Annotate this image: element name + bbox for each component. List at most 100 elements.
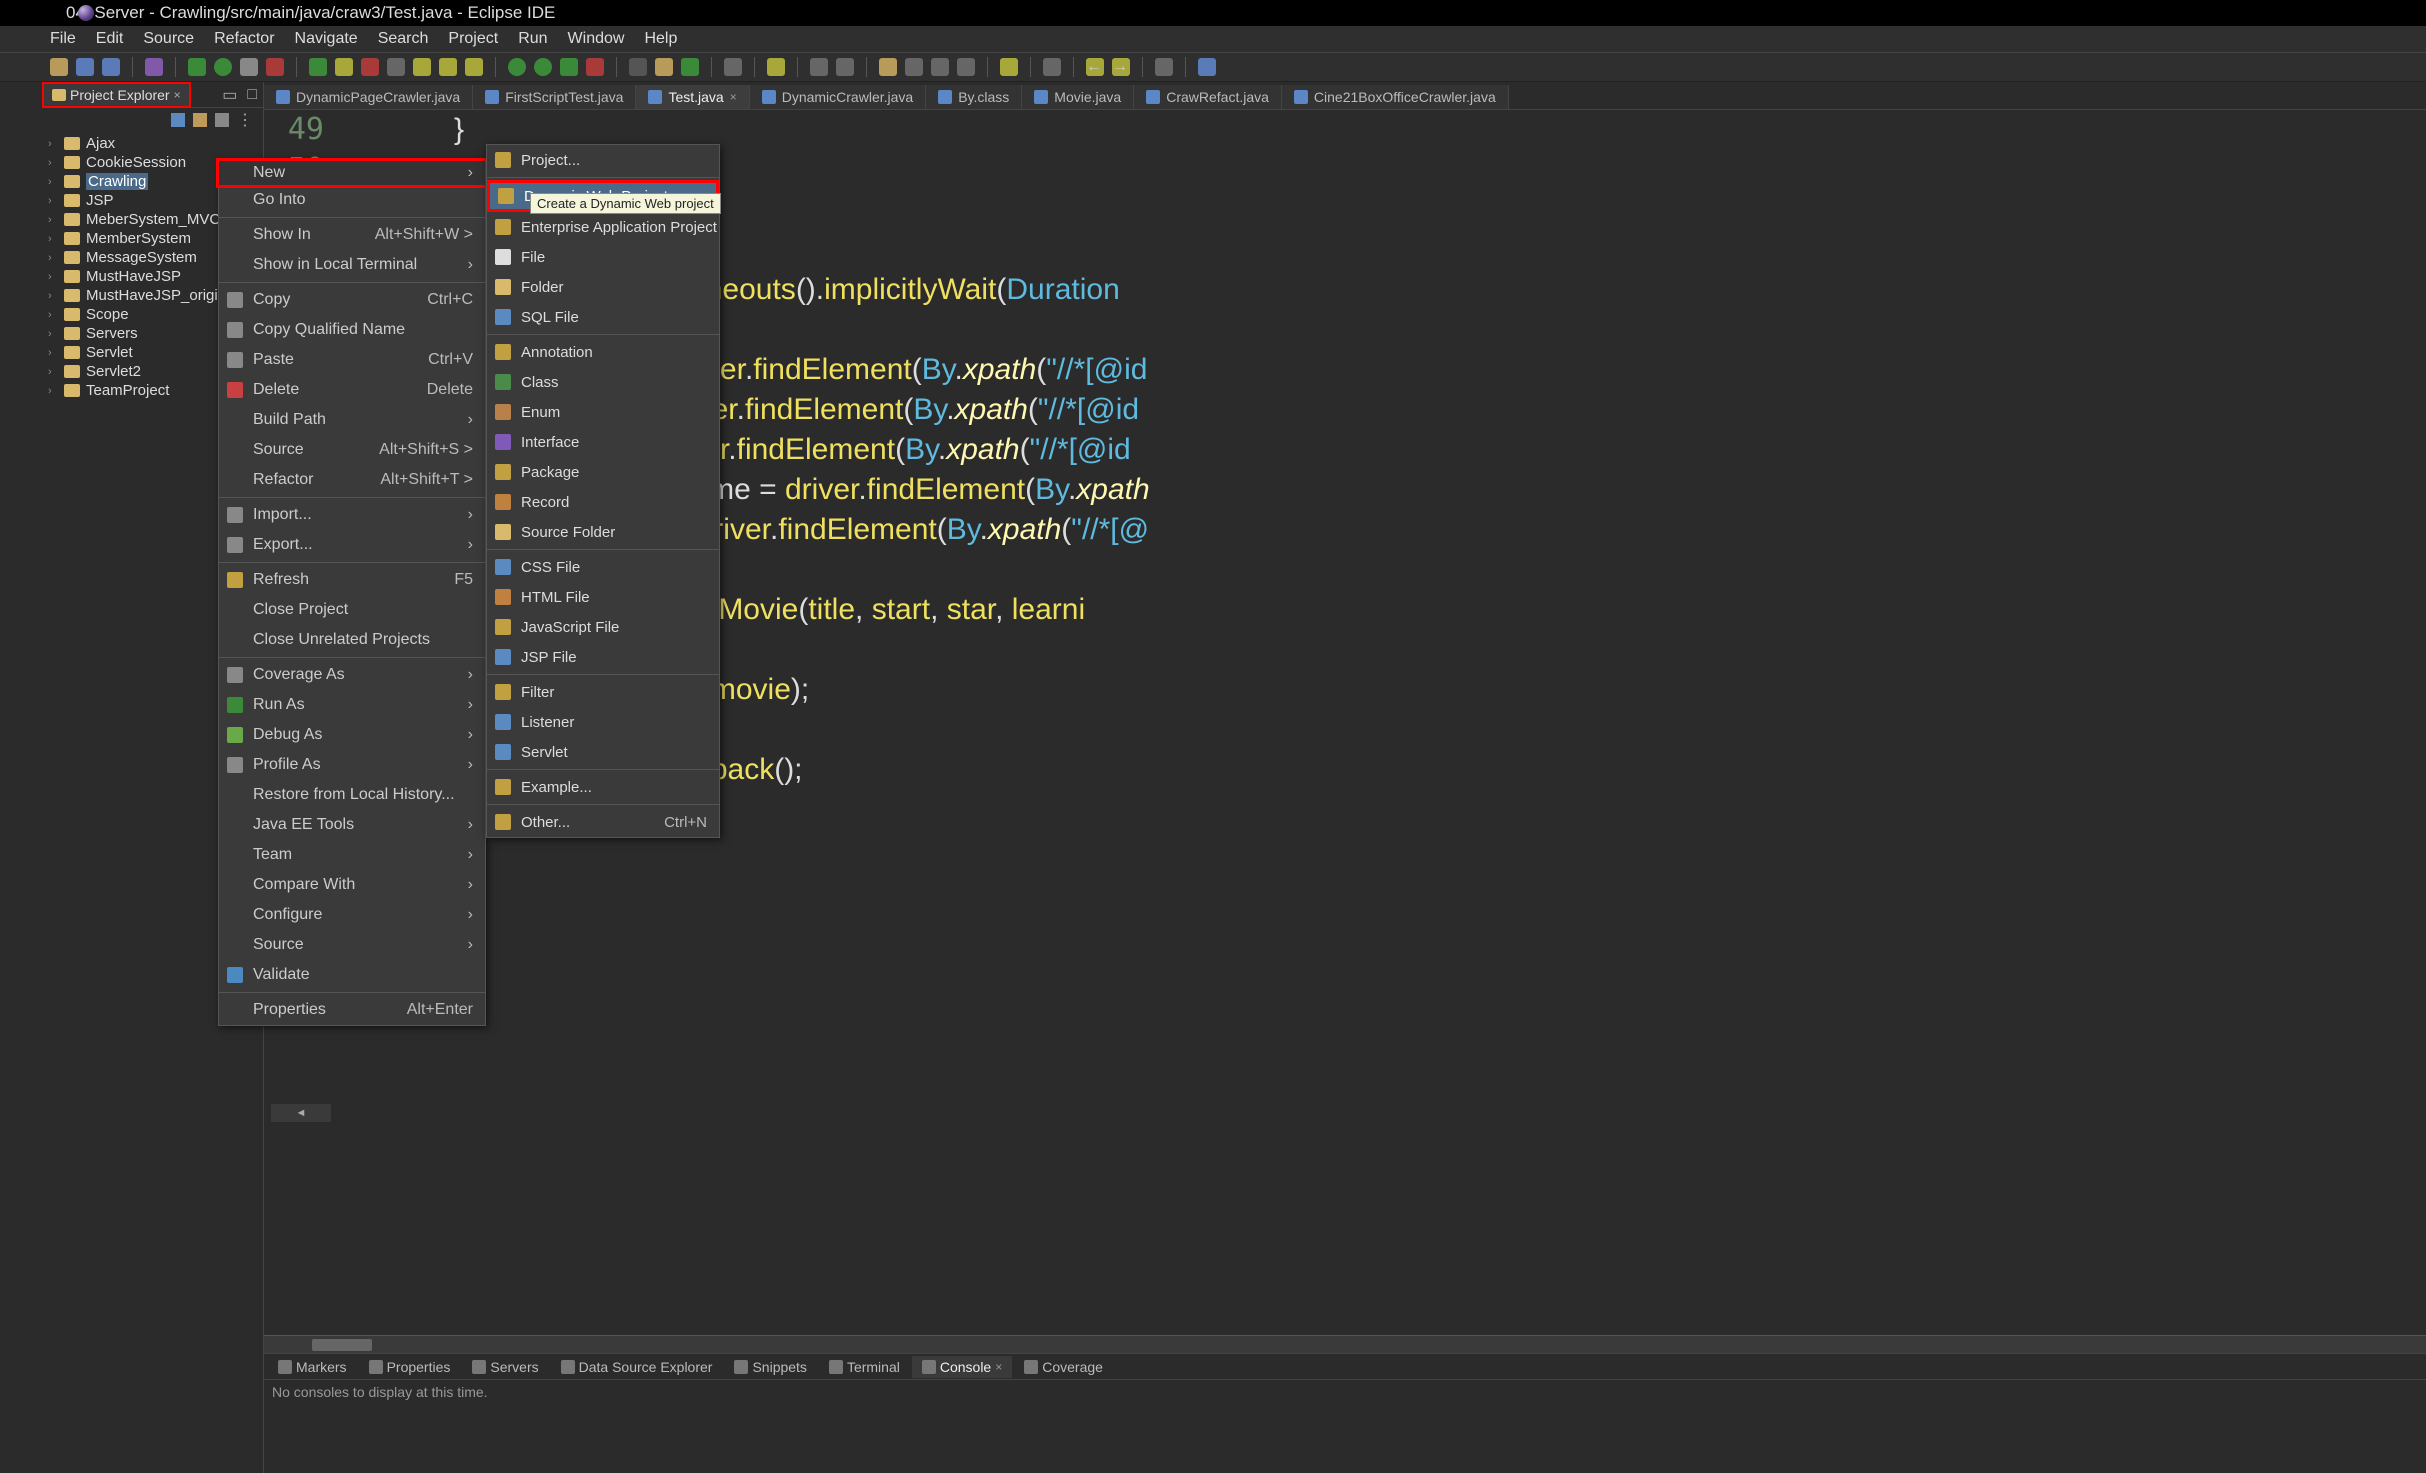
ctx-item-close-unrelated-projects[interactable]: Close Unrelated Projects (219, 625, 485, 655)
ctx-item-run-as[interactable]: Run As› (219, 690, 485, 720)
expand-arrow-icon[interactable]: › (48, 214, 58, 226)
ctx-item-paste[interactable]: PasteCtrl+V (219, 345, 485, 375)
filter-icon[interactable] (215, 113, 229, 127)
new-item-javascript-file[interactable]: JavaScript File (487, 612, 719, 642)
menu-navigate[interactable]: Navigate (295, 30, 358, 48)
new-item-package[interactable]: Package (487, 457, 719, 487)
forward-icon[interactable]: → (1112, 58, 1130, 76)
menu-project[interactable]: Project (448, 30, 498, 48)
menu-search[interactable]: Search (378, 30, 429, 48)
editor-tab[interactable]: FirstScriptTest.java (473, 85, 636, 109)
pin-editor-icon[interactable] (1000, 58, 1018, 76)
bottom-tab-snippets[interactable]: Snippets (724, 1356, 816, 1378)
debug-icon[interactable] (188, 58, 206, 76)
step-into-icon[interactable] (413, 58, 431, 76)
ctx-item-import-[interactable]: Import...› (219, 500, 485, 530)
link-editor-icon[interactable] (193, 113, 207, 127)
new-item-filter[interactable]: Filter (487, 677, 719, 707)
menu-help[interactable]: Help (644, 30, 677, 48)
menu-file[interactable]: File (50, 30, 76, 48)
ctx-item-show-in[interactable]: Show InAlt+Shift+W > (219, 220, 485, 250)
new-item-source-folder[interactable]: Source Folder (487, 517, 719, 547)
suspend-icon[interactable] (335, 58, 353, 76)
expand-arrow-icon[interactable]: › (48, 252, 58, 264)
close-icon[interactable]: × (730, 90, 737, 104)
new-class-icon[interactable] (681, 58, 699, 76)
new-item-interface[interactable]: Interface (487, 427, 719, 457)
expand-arrow-icon[interactable]: › (48, 290, 58, 302)
run-icon[interactable] (214, 58, 232, 76)
menu-window[interactable]: Window (568, 30, 625, 48)
menu-run[interactable]: Run (518, 30, 547, 48)
new-item-other-[interactable]: Other...Ctrl+N (487, 807, 719, 837)
tree-item-ajax[interactable]: ›Ajax (48, 134, 263, 153)
new-icon[interactable] (50, 58, 68, 76)
coverage-icon[interactable] (534, 58, 552, 76)
new-item-project-[interactable]: Project... (487, 145, 719, 175)
ctx-item-configure[interactable]: Configure› (219, 900, 485, 930)
toggle-breadcrumb-icon[interactable] (879, 58, 897, 76)
new-item-servlet[interactable]: Servlet (487, 737, 719, 767)
ctx-item-refresh[interactable]: RefreshF5 (219, 565, 485, 595)
expand-arrow-icon[interactable]: › (48, 195, 58, 207)
annotation-icon[interactable] (810, 58, 828, 76)
expand-arrow-icon[interactable]: › (48, 176, 58, 188)
context-menu[interactable]: New›Go IntoShow InAlt+Shift+W >Show in L… (218, 160, 486, 1026)
bottom-tab-console[interactable]: Console× (912, 1356, 1012, 1378)
editor-tab[interactable]: DynamicPageCrawler.java (264, 85, 473, 109)
stop-icon[interactable] (266, 58, 284, 76)
ctx-item-java-ee-tools[interactable]: Java EE Tools› (219, 810, 485, 840)
project-explorer-tab[interactable]: Project Explorer × (42, 82, 191, 108)
menu-source[interactable]: Source (143, 30, 194, 48)
step-return-icon[interactable] (465, 58, 483, 76)
expand-arrow-icon[interactable]: › (48, 328, 58, 340)
menu-edit[interactable]: Edit (96, 30, 124, 48)
new-item-enum[interactable]: Enum (487, 397, 719, 427)
ctx-item-copy-qualified-name[interactable]: Copy Qualified Name (219, 315, 485, 345)
perspective-icon[interactable] (1198, 58, 1216, 76)
toggle-mark-icon[interactable] (905, 58, 923, 76)
new-server-icon[interactable] (629, 58, 647, 76)
horizontal-scrollbar[interactable] (264, 1335, 2426, 1353)
minimize-icon[interactable]: ▭ (218, 85, 241, 105)
ctx-item-coverage-as[interactable]: Coverage As› (219, 660, 485, 690)
ctx-item-team[interactable]: Team› (219, 840, 485, 870)
ctx-item-close-project[interactable]: Close Project (219, 595, 485, 625)
resume-icon[interactable] (309, 58, 327, 76)
ctx-item-debug-as[interactable]: Debug As› (219, 720, 485, 750)
ctx-item-source[interactable]: Source› (219, 930, 485, 960)
ctx-item-compare-with[interactable]: Compare With› (219, 870, 485, 900)
expand-arrow-icon[interactable]: › (48, 157, 58, 169)
annotation2-icon[interactable] (836, 58, 854, 76)
new-item-jsp-file[interactable]: JSP File (487, 642, 719, 672)
ctx-item-copy[interactable]: CopyCtrl+C (219, 285, 485, 315)
bottom-tab-properties[interactable]: Properties (359, 1356, 461, 1378)
last-edit-icon[interactable] (1155, 58, 1173, 76)
toggle-block-icon[interactable] (931, 58, 949, 76)
close-icon[interactable]: × (174, 88, 181, 102)
ctx-item-properties[interactable]: PropertiesAlt+Enter (219, 995, 485, 1025)
editor-tab[interactable]: Test.java× (636, 85, 749, 109)
editor-tab[interactable]: DynamicCrawler.java (750, 85, 926, 109)
expand-arrow-icon[interactable]: › (48, 138, 58, 150)
expand-arrow-icon[interactable]: › (48, 271, 58, 283)
ctx-item-delete[interactable]: DeleteDelete (219, 375, 485, 405)
new-item-folder[interactable]: Folder (487, 272, 719, 302)
new-item-sql-file[interactable]: SQL File (487, 302, 719, 332)
debug-last-icon[interactable] (560, 58, 578, 76)
new-item-example-[interactable]: Example... (487, 772, 719, 802)
bottom-tab-servers[interactable]: Servers (462, 1356, 548, 1378)
new-item-record[interactable]: Record (487, 487, 719, 517)
ctx-item-profile-as[interactable]: Profile As› (219, 750, 485, 780)
new-item-annotation[interactable]: Annotation (487, 337, 719, 367)
new-item-html-file[interactable]: HTML File (487, 582, 719, 612)
close-icon[interactable]: × (995, 1360, 1002, 1374)
new-item-listener[interactable]: Listener (487, 707, 719, 737)
search-icon[interactable] (767, 58, 785, 76)
collapse-all-icon[interactable] (171, 113, 185, 127)
new-item-enterprise-application-project[interactable]: Enterprise Application Project (487, 212, 719, 242)
save-icon[interactable] (76, 58, 94, 76)
toggle-icon[interactable] (145, 58, 163, 76)
editor-tab[interactable]: Cine21BoxOfficeCrawler.java (1282, 85, 1509, 109)
open-type-icon[interactable] (724, 58, 742, 76)
